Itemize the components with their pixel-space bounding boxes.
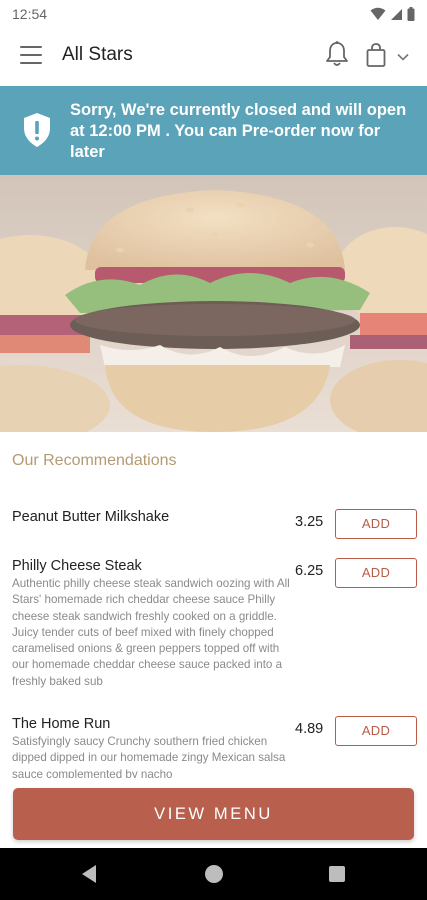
menu-item: Philly Cheese Steak Authentic philly che…: [12, 558, 417, 690]
app-bar: All Stars: [0, 28, 427, 86]
view-menu-button[interactable]: VIEW MENU: [13, 788, 414, 840]
add-to-cart-button[interactable]: ADD: [335, 716, 417, 746]
shield-alert-icon: [24, 113, 50, 147]
menu-item: Peanut Butter Milkshake 3.25 ADD: [12, 509, 417, 539]
status-icons: [370, 7, 415, 21]
home-icon[interactable]: [205, 865, 223, 883]
recent-apps-icon[interactable]: [329, 866, 345, 882]
menu-item-price: 3.25: [295, 514, 324, 530]
shopping-bag-icon: [366, 43, 386, 67]
closed-banner: Sorry, We're currently closed and will o…: [0, 86, 427, 175]
add-to-cart-button[interactable]: ADD: [335, 509, 417, 539]
status-time: 12:54: [12, 6, 48, 22]
system-nav-bar: [0, 848, 427, 900]
notifications-button[interactable]: [324, 40, 350, 68]
menu-item: The Home Run Satisfyingly saucy Crunchy …: [12, 716, 417, 783]
status-bar: 12:54: [0, 0, 427, 28]
cart-button[interactable]: [364, 42, 388, 68]
recommendations-title: Our Recommendations: [12, 452, 177, 469]
hero-burger-image: [0, 175, 427, 432]
chevron-down-icon: [397, 53, 409, 61]
menu-item-description: Authentic philly cheese steak sandwich o…: [12, 577, 290, 688]
burger-illustration: [0, 175, 427, 432]
closed-banner-message: Sorry, We're currently closed and will o…: [70, 101, 407, 161]
add-to-cart-button[interactable]: ADD: [335, 558, 417, 588]
wifi-icon: [370, 7, 386, 20]
page-title: All Stars: [62, 44, 133, 65]
menu-icon-line: [20, 46, 42, 48]
cart-dropdown-button[interactable]: [396, 50, 410, 62]
battery-icon: [407, 7, 415, 21]
menu-icon-line: [20, 54, 42, 56]
menu-item-price: 4.89: [295, 721, 324, 737]
menu-item-price: 6.25: [295, 563, 324, 579]
menu-icon-line: [20, 62, 42, 64]
menu-button[interactable]: [20, 46, 42, 64]
signal-icon: [391, 8, 402, 20]
bell-icon: [326, 41, 348, 66]
back-icon[interactable]: [80, 864, 98, 884]
menu-item-description: Satisfyingly saucy Crunchy southern frie…: [12, 735, 286, 781]
